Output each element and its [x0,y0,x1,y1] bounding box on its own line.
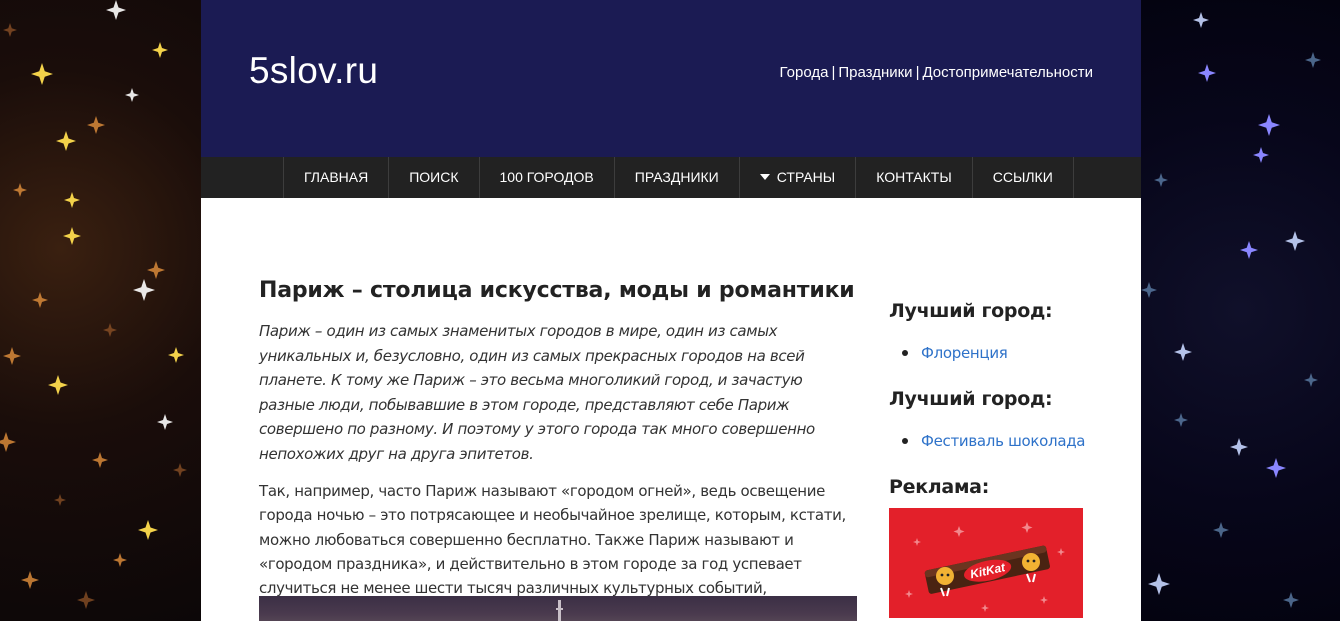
nav-item-label: СТРАНЫ [776,169,836,185]
nav-item-holidays[interactable]: ПРАЗДНИКИ [615,157,740,198]
list-item: Фестиваль шоколада [889,429,1085,453]
article-title: Париж – столица искусства, моды и романт… [259,278,855,303]
article-photo [259,596,857,621]
nav-item-label: КОНТАКТЫ [876,169,952,185]
main-nav: ГЛАВНАЯ ПОИСК 100 ГОРОДОВ ПРАЗДНИКИ СТРА… [201,157,1141,198]
nav-item-label: ПРАЗДНИКИ [634,169,719,185]
nav-item-label: 100 ГОРОДОВ [499,169,594,185]
nav-item-countries[interactable]: СТРАНЫ [740,157,857,198]
eiffel-tower-image [556,600,563,621]
sparkle-stars-left [0,0,187,609]
site-header: 5slov.ru Города | Праздники | Достопримечате… [201,0,1141,157]
widget-title: Лучший город: [889,300,1053,322]
nav-item-search[interactable]: ПОИСК [389,157,480,198]
header-links: Города | Праздники | Достопримечательности [780,64,1093,81]
header-link-separator: | [831,64,836,81]
nav-item-label: ССЫЛКИ [992,169,1053,185]
header-link-holidays[interactable]: Праздники [838,64,912,81]
widget-list: Флоренция [889,341,1008,365]
sparkle-stars-right [1141,12,1321,608]
list-item: Флоренция [889,341,1008,365]
link-chocolate-festival[interactable]: Фестиваль шоколада [921,432,1085,450]
nav-item-label: ПОИСК [409,169,459,185]
header-link-separator: | [915,64,920,81]
widget-title: Лучший город: [889,388,1053,410]
ad-banner[interactable]: KitKat [889,508,1083,618]
nav-item-links[interactable]: ССЫЛКИ [973,157,1074,198]
site-logo[interactable]: 5slov.ru [249,50,378,92]
caret-down-icon [759,174,770,181]
widget-title: Реклама: [889,476,989,498]
site-container: 5slov.ru Города | Праздники | Достопримечате… [201,0,1141,621]
kitkat-ad-image: KitKat [905,522,1065,612]
background-left [0,0,201,621]
article: Париж – столица искусства, моды и романт… [259,278,859,621]
nav-item-100-cities[interactable]: 100 ГОРОДОВ [480,157,615,198]
nav-item-contacts[interactable]: КОНТАКТЫ [856,157,973,198]
nav-item-label: ГЛАВНАЯ [304,169,369,185]
header-link-sights[interactable]: Достопримечательности [922,64,1093,81]
nav-menu: ГЛАВНАЯ ПОИСК 100 ГОРОДОВ ПРАЗДНИКИ СТРА… [283,157,1074,198]
link-florence[interactable]: Флоренция [921,344,1008,362]
widget-list: Фестиваль шоколада [889,429,1085,453]
header-link-cities[interactable]: Города [780,64,829,81]
background-right [1141,0,1340,621]
article-lead: Париж – один из самых знаменитых городов… [259,322,815,463]
nav-item-home[interactable]: ГЛАВНАЯ [284,157,390,198]
